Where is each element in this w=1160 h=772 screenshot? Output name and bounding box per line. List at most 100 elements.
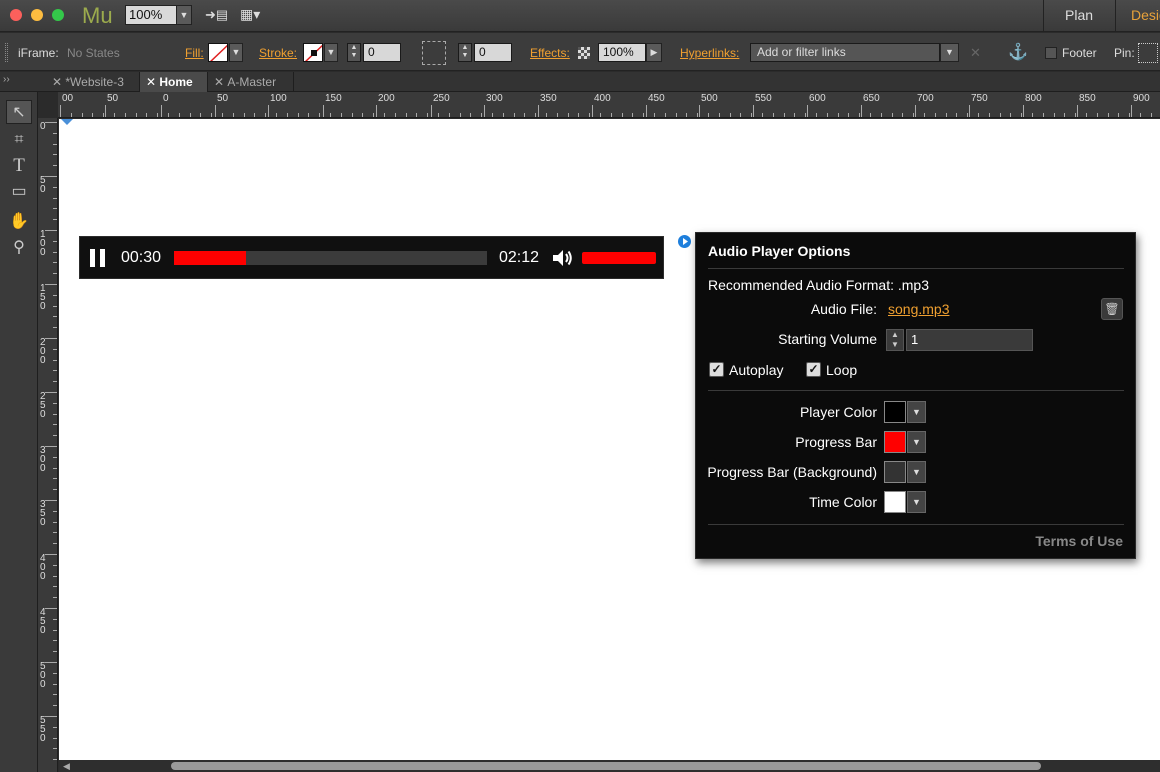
hand-tool-icon[interactable]: ✋ [6, 210, 32, 234]
hyperlinks-dropdown-icon[interactable]: ▼ [940, 43, 959, 62]
selection-tool-icon[interactable]: ↖ [6, 100, 32, 124]
pause-icon[interactable] [90, 249, 106, 267]
vertical-ruler[interactable]: 0 50 100 150 200 250 300 350 400 450 500 550 [38, 118, 58, 772]
pin-grid-icon[interactable] [1138, 43, 1158, 63]
tab-close-icon[interactable]: ✕ [146, 75, 159, 89]
volume-icon[interactable] [551, 247, 575, 269]
scrollbar-thumb[interactable] [171, 762, 1041, 770]
minimize-window-button[interactable] [31, 9, 43, 21]
player-color-swatch[interactable] [884, 401, 906, 423]
ruler-minor-tick [168, 113, 169, 117]
ruler-minor-tick [924, 113, 925, 117]
rectangle-tool-icon[interactable]: ▭ [6, 180, 32, 204]
ruler-minor-tick [53, 478, 57, 479]
plan-mode-button[interactable]: Plan [1065, 7, 1093, 23]
starting-volume-stepper[interactable]: ▲ ▼ [886, 329, 904, 351]
text-tool-icon[interactable]: T [6, 154, 32, 178]
tab-home[interactable]: ✕ Home [140, 72, 208, 92]
ruler-label: 500 [40, 661, 46, 690]
header-guide-marker-icon[interactable] [61, 119, 73, 125]
horizontal-scrollbar[interactable]: ◀ [59, 760, 1160, 772]
footer-checkbox[interactable] [1045, 47, 1057, 59]
ruler-tick [1077, 105, 1078, 117]
muse-logo: Mu [82, 3, 113, 28]
autoplay-checkbox[interactable]: ✓ [709, 362, 724, 377]
horizontal-ruler[interactable]: 00 50 0 50 100 150 200 250 300 350 400 450 500 550 600… [58, 92, 1160, 118]
opacity-field[interactable]: 100% [598, 43, 646, 62]
ruler-minor-tick [146, 113, 147, 117]
ruler-minor-tick [622, 113, 623, 117]
document-tab-bar: ›› ✕ *Website-3 ✕ Home ✕ A-Master [0, 72, 1160, 92]
hyperlinks-label[interactable]: Hyperlinks: [680, 46, 739, 60]
anchor-icon[interactable]: ⚓ [1008, 42, 1028, 62]
audio-player-widget[interactable]: 00:30 02:12 [79, 236, 664, 279]
starting-volume-field[interactable]: 1 [906, 329, 1033, 351]
ruler-minor-tick [1075, 113, 1076, 117]
ruler-minor-tick [967, 113, 968, 117]
crop-tool-icon[interactable]: ⌗ [6, 128, 32, 152]
preview-icon[interactable]: ▦▾ [240, 6, 274, 26]
effects-label[interactable]: Effects: [530, 46, 570, 60]
ruler-tick [161, 105, 162, 117]
place-file-icon[interactable]: ➜▤ [205, 7, 229, 25]
ruler-minor-tick [53, 327, 57, 328]
terms-of-use-link[interactable]: Terms of Use [1035, 533, 1123, 549]
autoplay-label: Autoplay [729, 362, 784, 378]
ruler-minor-tick [125, 113, 126, 117]
progress-bar-color-swatch[interactable] [884, 431, 906, 453]
ruler-label: 0 [163, 93, 169, 104]
tab-a-master[interactable]: ✕ A-Master [208, 72, 294, 92]
ruler-minor-tick [53, 446, 57, 447]
stroke-width-stepper[interactable]: ▲ ▼ [347, 43, 361, 62]
progress-bar-background-dropdown-icon[interactable]: ▼ [907, 461, 926, 483]
opacity-arrow-icon[interactable]: ▶ [646, 43, 662, 62]
tab-website-3[interactable]: ✕ *Website-3 [46, 72, 140, 92]
ruler-minor-tick [53, 435, 57, 436]
design-mode-button[interactable]: Design [1131, 7, 1160, 23]
loop-checkbox[interactable]: ✓ [806, 362, 821, 377]
ruler-minor-tick [53, 565, 57, 566]
fill-dropdown-icon[interactable]: ▼ [229, 43, 243, 62]
ruler-minor-tick [53, 187, 57, 188]
stroke-label[interactable]: Stroke: [259, 46, 297, 60]
zoom-dropdown-icon[interactable]: ▼ [176, 5, 192, 25]
tab-close-icon[interactable]: ✕ [214, 75, 227, 89]
iframe-states-value[interactable]: No States [67, 46, 120, 60]
ruler-minor-tick [53, 694, 57, 695]
corner-radius-stepper[interactable]: ▲ ▼ [458, 43, 472, 62]
time-color-dropdown-icon[interactable]: ▼ [907, 491, 926, 513]
fill-swatch[interactable] [208, 43, 228, 62]
corner-radius-field[interactable]: 0 [474, 43, 512, 62]
ruler-minor-tick [200, 113, 201, 117]
ruler-minor-tick [53, 576, 57, 577]
ruler-minor-tick [524, 113, 525, 117]
options-toggle-icon[interactable] [677, 234, 692, 249]
clear-link-icon[interactable]: ✕ [970, 45, 981, 61]
zoom-tool-icon[interactable]: ⚲ [6, 236, 32, 260]
ruler-label: 650 [863, 93, 880, 104]
ruler-minor-tick [53, 511, 57, 512]
time-color-swatch[interactable] [884, 491, 906, 513]
audio-file-link[interactable]: song.mp3 [888, 301, 949, 317]
scroll-left-icon[interactable]: ◀ [63, 761, 70, 772]
progress-bar-color-dropdown-icon[interactable]: ▼ [907, 431, 926, 453]
volume-slider[interactable] [582, 252, 656, 264]
panel-collapse-icon[interactable]: ›› [3, 74, 10, 85]
stroke-swatch[interactable] [303, 43, 323, 62]
player-color-dropdown-icon[interactable]: ▼ [907, 401, 926, 423]
progress-bar-background-swatch[interactable] [884, 461, 906, 483]
ruler-minor-tick [362, 113, 363, 117]
ruler-minor-tick [53, 759, 57, 760]
tab-close-icon[interactable]: ✕ [52, 75, 65, 89]
zoom-window-button[interactable] [52, 9, 64, 21]
hyperlinks-input[interactable]: Add or filter links [750, 43, 940, 62]
ruler-minor-tick [838, 113, 839, 117]
stroke-dropdown-icon[interactable]: ▼ [324, 43, 338, 62]
fill-label[interactable]: Fill: [185, 46, 204, 60]
zoom-level-field[interactable]: 100% [125, 5, 177, 25]
ruler-minor-tick [53, 543, 57, 544]
progress-bar-track[interactable] [174, 251, 487, 265]
close-window-button[interactable] [10, 9, 22, 21]
stroke-width-field[interactable]: 0 [363, 43, 401, 62]
trash-icon[interactable]: 🗑 [1101, 298, 1123, 320]
